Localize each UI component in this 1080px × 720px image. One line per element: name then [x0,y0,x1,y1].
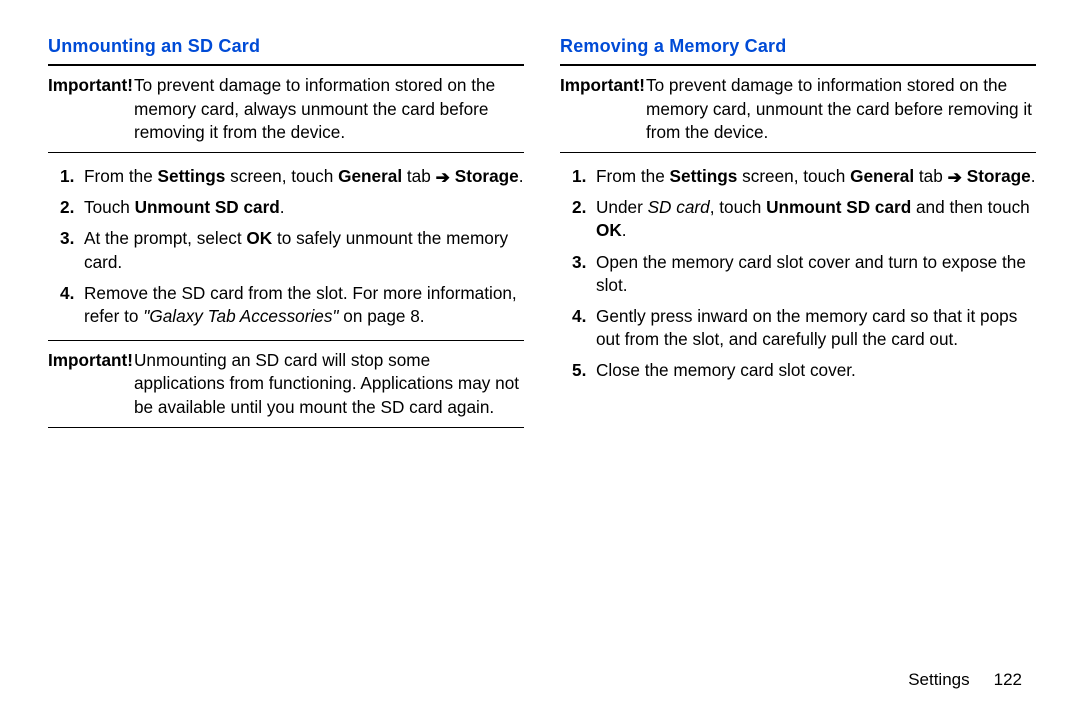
step-text: . [519,166,524,186]
divider [48,427,524,428]
step-item: Gently press inward on the memory card s… [572,301,1036,355]
ui-label-unmount: Unmount SD card [135,197,280,217]
step-text: and then touch [911,197,1030,217]
step-text: . [280,197,285,217]
step-text: From the [596,166,670,186]
ui-label-general: General [338,166,402,186]
page-footer: Settings 122 [908,669,1022,692]
ui-label-storage: Storage [967,166,1031,186]
divider [48,64,524,66]
step-item: Touch Unmount SD card. [60,192,524,223]
important-note: Important! To prevent damage to informat… [560,74,1036,144]
step-text: . [622,220,627,240]
step-item: Under SD card, touch Unmount SD card and… [572,192,1036,246]
step-text: . [1031,166,1036,186]
important-label: Important! [48,349,134,419]
divider [560,152,1036,153]
manual-page: Unmounting an SD Card Important! To prev… [0,0,1080,720]
left-column: Unmounting an SD Card Important! To prev… [48,34,524,694]
step-text: screen, touch [225,166,338,186]
footer-section: Settings [908,670,969,689]
arrow-icon: ➔ [948,166,962,189]
step-item: Close the memory card slot cover. [572,355,1036,386]
divider [48,340,524,341]
step-text: At the prompt, select [84,228,246,248]
arrow-icon: ➔ [436,166,450,189]
ui-label-ok: OK [246,228,272,248]
section-title-left: Unmounting an SD Card [48,34,524,58]
step-text: Touch [84,197,135,217]
ui-label-general: General [850,166,914,186]
step-text: screen, touch [737,166,850,186]
step-item: From the Settings screen, touch General … [60,161,524,192]
step-item: Open the memory card slot cover and turn… [572,247,1036,301]
step-item: Remove the SD card from the slot. For mo… [60,278,524,332]
ui-label-settings: Settings [158,166,226,186]
important-note: Important! To prevent damage to informat… [48,74,524,144]
important-note: Important! Unmounting an SD card will st… [48,349,524,419]
step-text: Open the memory card slot cover and turn… [596,252,1026,295]
step-text: on page 8. [339,306,425,326]
section-title-right: Removing a Memory Card [560,34,1036,58]
page-number: 122 [994,670,1022,689]
divider [48,152,524,153]
step-text: Close the memory card slot cover. [596,360,856,380]
step-item: From the Settings screen, touch General … [572,161,1036,192]
important-text: Unmounting an SD card will stop some app… [134,349,524,419]
step-text: Gently press inward on the memory card s… [596,306,1017,349]
ui-label-storage: Storage [455,166,519,186]
steps-list: From the Settings screen, touch General … [48,161,524,332]
important-label: Important! [560,74,646,144]
important-label: Important! [48,74,134,144]
ui-label-sdcard: SD card [648,197,710,217]
step-text: , touch [710,197,766,217]
important-text: To prevent damage to information stored … [646,74,1036,144]
steps-list: From the Settings screen, touch General … [560,161,1036,387]
divider [560,64,1036,66]
important-text: To prevent damage to information stored … [134,74,524,144]
step-text: From the [84,166,158,186]
ui-label-ok: OK [596,220,622,240]
step-text: tab [914,166,947,186]
ui-label-unmount: Unmount SD card [766,197,911,217]
cross-reference: "Galaxy Tab Accessories" [143,306,338,326]
step-item: At the prompt, select OK to safely unmou… [60,223,524,277]
right-column: Removing a Memory Card Important! To pre… [560,34,1036,694]
ui-label-settings: Settings [670,166,738,186]
step-text: Under [596,197,648,217]
step-text: tab [402,166,435,186]
